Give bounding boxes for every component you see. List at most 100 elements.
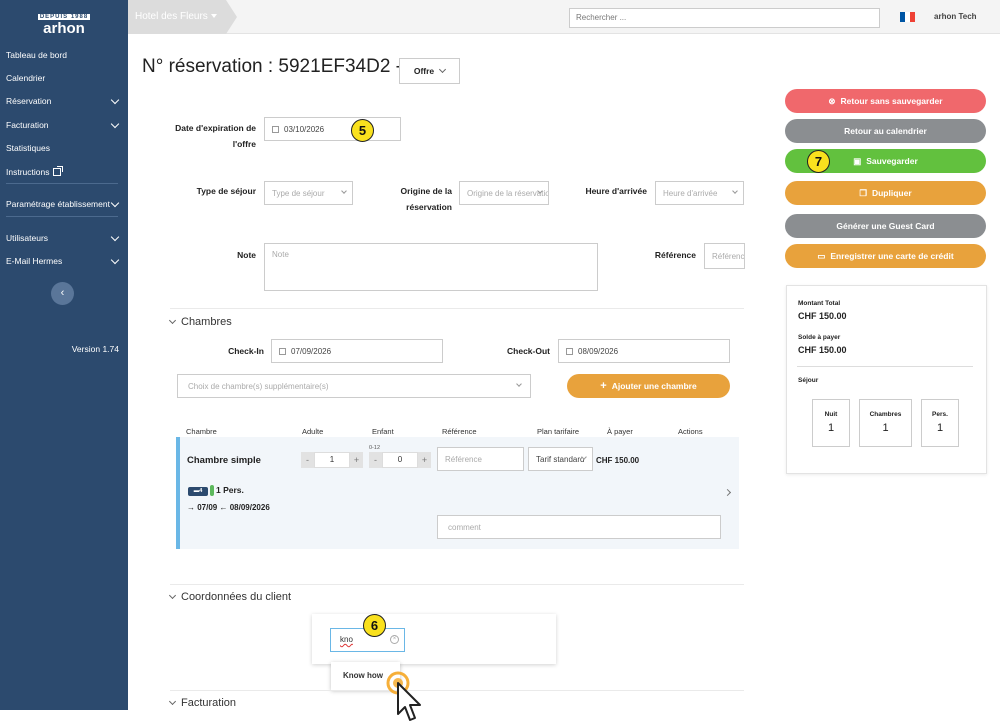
chevron-down-icon [439,65,447,74]
column-header-reference: Référence [442,427,477,436]
back-to-calendar-button[interactable]: Retour au calendrier [785,119,986,143]
chambres-section-header[interactable]: Chambres [168,316,232,328]
chevron-down-icon [110,119,120,128]
column-header-actions: Actions [678,427,703,436]
sidebar-item-parametrage[interactable]: Paramétrage établissement [6,196,122,212]
sidebar-item-statistiques[interactable]: Statistiques [6,140,122,156]
chevron-down-icon [110,198,120,207]
column-header-chambre: Chambre [186,427,217,436]
increment-button[interactable]: + [418,452,431,468]
row-dates: → 07/09 ← 08/09/2026 [187,503,270,512]
balance-label: Solde à payer [798,334,841,341]
comment-input[interactable]: comment [437,515,721,539]
sidebar-item-utilisateurs[interactable]: Utilisateurs [6,230,122,246]
duplicate-button[interactable]: ❐ Dupliquer [785,181,986,205]
heure-arrivee-label: Heure d'arrivée [585,186,647,196]
chevron-down-icon [168,591,177,600]
close-circle-icon: ⊗ [828,95,836,106]
stat-persons: Pers. 1 [921,399,959,447]
room-choice-select[interactable]: Choix de chambre(s) supplémentaire(s) [177,374,531,398]
summary-divider [797,366,973,367]
credit-card-icon: ▭ [817,250,826,261]
note-label: Note [237,250,256,260]
clear-icon[interactable]: × [390,635,399,644]
tarif-select[interactable]: Tarif standard [528,447,593,471]
plus-icon: + [600,380,607,392]
chevron-down-icon [110,232,120,241]
column-header-adulte: Adulte [302,427,324,436]
decrement-button[interactable]: - [301,452,314,468]
save-credit-card-button[interactable]: ▭ Enregistrer une carte de crédit [785,244,986,268]
sidebar: DEPUIS 1988 arhon Tableau de bord Calend… [0,0,128,710]
section-divider [170,690,744,691]
add-room-button[interactable]: + Ajouter une chambre [567,374,730,398]
arhon-logo[interactable]: DEPUIS 1988 arhon [0,10,128,37]
stat-rooms: Chambres 1 [859,399,912,447]
chevron-down-icon [341,188,347,194]
child-stepper[interactable]: -0 + [369,452,431,468]
total-label: Montant Total [798,300,841,307]
total-amount: CHF 150.00 [798,311,847,321]
decrement-button[interactable]: - [369,452,382,468]
bed-count-badge: ▬4 [188,487,208,496]
balance-amount: CHF 150.00 [798,345,847,355]
column-header-plan-tarifaire: Plan tarifaire [537,427,580,436]
expiration-date-field[interactable]: 03/10/2026 [264,117,401,141]
reference-label: Référence [654,250,696,260]
note-textarea[interactable]: Note [264,243,598,291]
column-header-a-payer: À payer [607,427,633,436]
stay-label: Séjour [798,377,819,384]
external-link-icon [53,166,64,176]
client-section-header[interactable]: Coordonnées du client [168,591,291,603]
user-menu[interactable]: arhon Tech [934,12,977,21]
page-title: N° réservation : 5921EF34D2 - [142,56,402,77]
sidebar-divider [6,183,118,184]
child-age-range: 0-12 [369,445,381,451]
heure-arrivee-select[interactable]: Heure d'arrivée [655,181,744,205]
calendar-icon [272,125,279,133]
cancel-without-save-button[interactable]: ⊗ Retour sans sauvegarder [785,89,986,113]
checkin-date-field[interactable]: 07/09/2026 [271,339,443,363]
french-flag-icon[interactable] [900,12,915,22]
sidebar-item-instructions[interactable]: Instructions [6,164,122,180]
type-sejour-label: Type de séjour [196,186,256,196]
facturation-section-header[interactable]: Facturation [168,697,236,709]
status-dropdown[interactable]: Offre [399,58,460,84]
chevron-down-icon [168,316,177,325]
generate-guest-card-button[interactable]: Générer une Guest Card [785,214,986,238]
checkin-label: Check-In [228,346,264,356]
annotation-marker-5: 5 [351,119,374,142]
chevron-down-icon [732,188,738,194]
annotation-marker-6: 6 [363,614,386,637]
sidebar-item-reservation[interactable]: Réservation [6,93,122,109]
reference-input[interactable]: Référence [704,243,745,269]
caret-down-icon [210,14,217,19]
row-reference-input[interactable]: Référence [437,447,524,471]
column-header-enfant: Enfant [372,427,394,436]
app-version: Version 1.74 [71,344,119,354]
row-persons: 1 Pers. [216,485,244,495]
sidebar-item-email-hermes[interactable]: E-Mail Hermes [6,253,122,269]
sidebar-item-facturation[interactable]: Facturation [6,117,122,133]
increment-button[interactable]: + [350,452,363,468]
sidebar-item-calendrier[interactable]: Calendrier [6,70,122,86]
sidebar-collapse-button[interactable]: ‹ [51,282,74,305]
origine-label: Origine de la réservation [400,186,453,213]
person-icon [210,485,214,496]
chevron-down-icon [516,381,522,387]
sidebar-item-tableau-de-bord[interactable]: Tableau de bord [6,47,122,63]
chevron-down-icon [168,697,177,706]
checkout-date-field[interactable]: 08/09/2026 [558,339,730,363]
type-sejour-select[interactable]: Type de séjour [264,181,353,205]
hotel-selector[interactable]: Hotel des Fleurs [128,0,237,34]
annotation-marker-7: 7 [807,150,830,173]
sidebar-divider [6,216,118,217]
search-input[interactable]: Rechercher ... [569,8,880,28]
adult-stepper[interactable]: -1 + [301,452,363,468]
origine-select[interactable]: Origine de la réservation [459,181,549,205]
calendar-icon [279,347,286,355]
checkout-label: Check-Out [507,346,550,356]
chevron-down-icon [110,95,120,104]
arrow-right-icon: → [187,503,195,512]
expiration-label: Date d'expiration de l'offre [175,123,256,150]
